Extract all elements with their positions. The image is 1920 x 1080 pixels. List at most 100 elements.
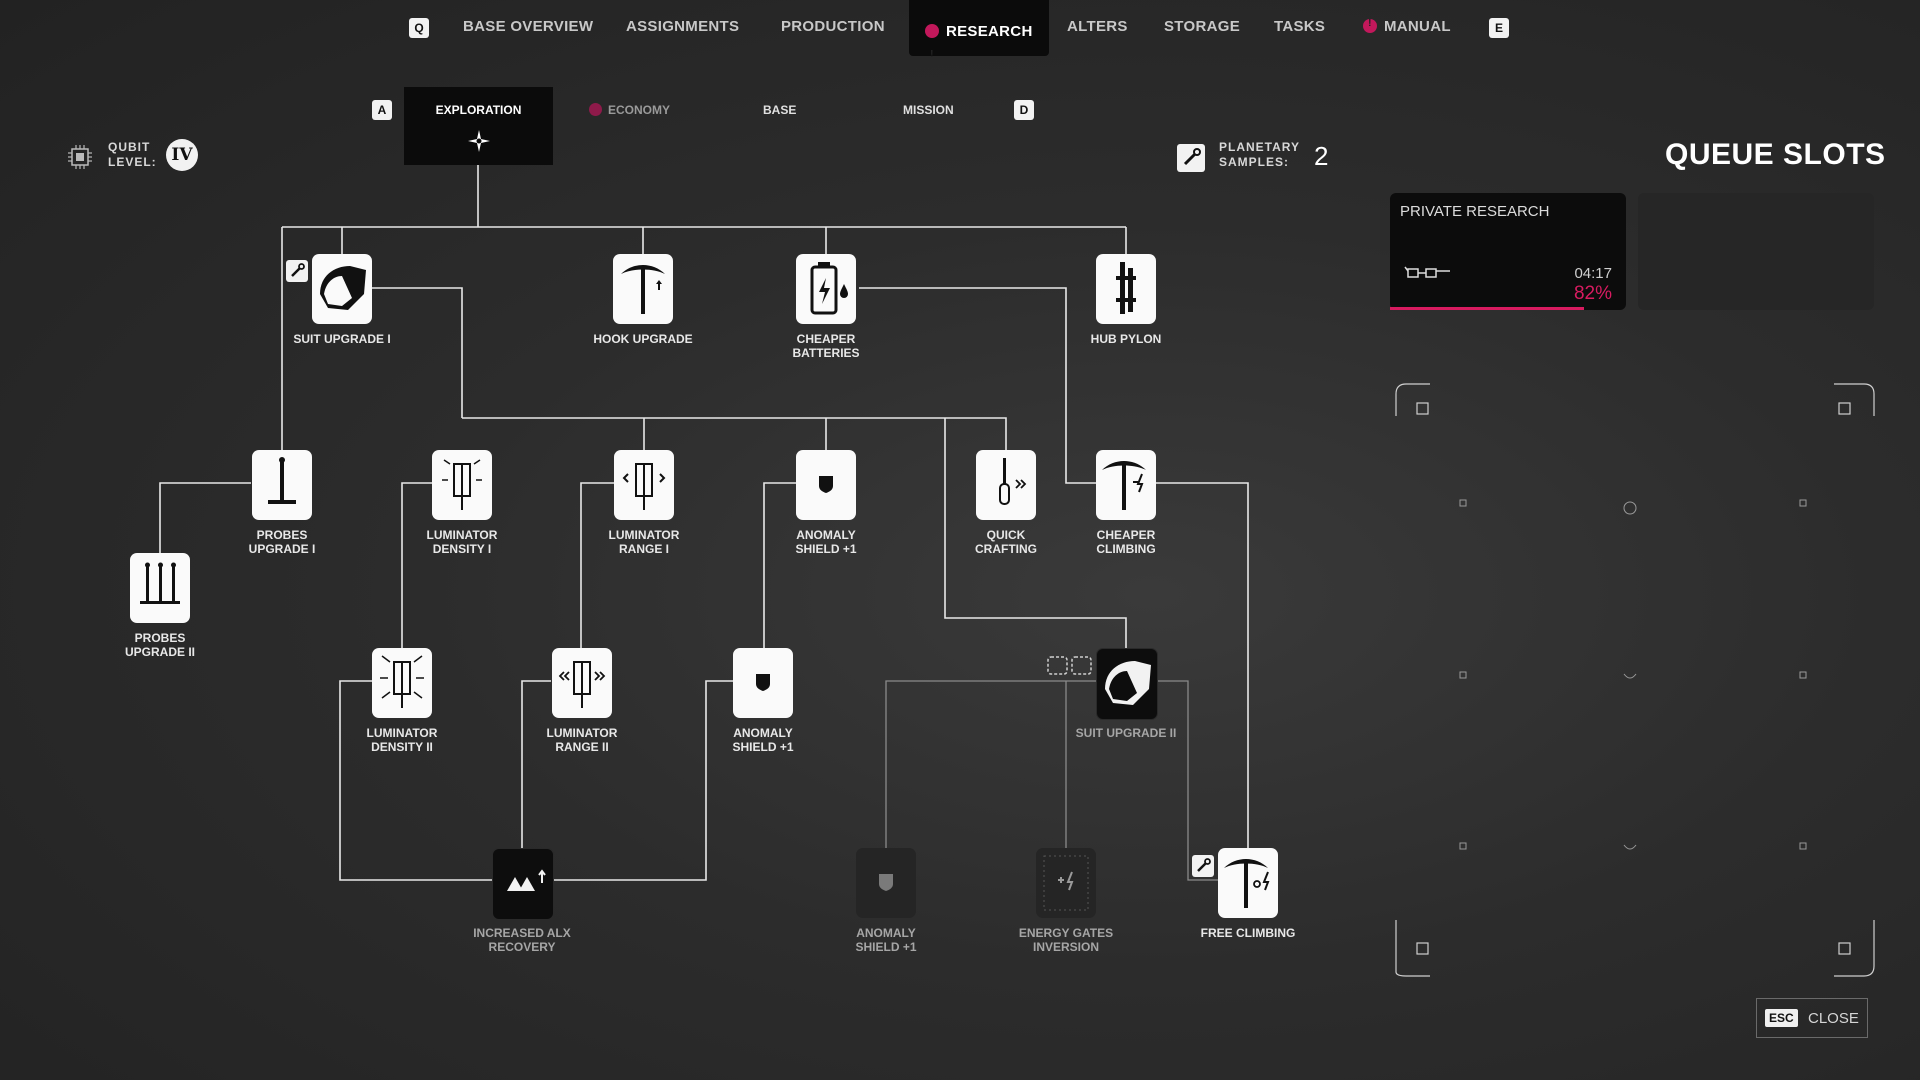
luminator-range-icon (558, 661, 606, 708)
label-line: RANGE II (555, 740, 609, 754)
label-line: ANOMALY (733, 726, 793, 740)
label-line: LUMINATOR (426, 528, 498, 542)
label-line: UPGRADE II (124, 645, 195, 659)
label-line: FREE CLIMBING (1200, 926, 1296, 940)
node-luminator-density-1-label: LUMINATOR DENSITY I (387, 528, 537, 556)
luminator-icon (442, 459, 482, 510)
label-line: SHIELD +1 (855, 940, 917, 954)
label-line: PROBES (256, 528, 308, 542)
label-line: HOOK UPGRADE (593, 332, 693, 346)
node-suit-upgrade-1[interactable] (312, 254, 372, 324)
node-hook-upgrade[interactable] (613, 254, 673, 324)
node-energy-gates-inversion[interactable] (1036, 848, 1096, 918)
label-line: BATTERIES (792, 346, 860, 360)
queue-slot-1-progress-bar (1390, 307, 1584, 310)
node-suit-upgrade-2-label: SUIT UPGRADE II (1051, 726, 1201, 740)
helmet-icon (320, 266, 366, 310)
label-line: ANOMALY (796, 528, 856, 542)
probes-icon (140, 562, 180, 604)
label-line: HUB PYLON (1090, 332, 1162, 346)
helmet-icon (1105, 661, 1151, 705)
alx-icon (507, 869, 546, 891)
node-anomaly-shield-a[interactable] (796, 450, 856, 520)
node-anomaly-shield-a-label: ANOMALY SHIELD +1 (751, 528, 901, 556)
close-button[interactable]: ESC CLOSE (1756, 998, 1868, 1038)
node-increased-alx-recovery[interactable] (492, 848, 554, 920)
queue-slot-1[interactable]: PRIVATE RESEARCH 04:17 82% (1390, 193, 1626, 310)
label-line: ENERGY GATES (1018, 926, 1114, 940)
label-line: LUMINATOR (546, 726, 618, 740)
label-line: DENSITY II (371, 740, 433, 754)
node-cheaper-batteries-label: CHEAPER BATTERIES (751, 332, 901, 360)
queue-slot-2[interactable] (1638, 193, 1874, 310)
luminator-icon (380, 655, 424, 708)
node-luminator-range-2[interactable] (552, 648, 612, 718)
node-cheaper-batteries[interactable] (796, 254, 856, 324)
label-line: CHEAPER (796, 332, 856, 346)
label-line: PROBES (134, 631, 186, 645)
pickaxe-icon (1102, 461, 1146, 510)
battery-icon (810, 262, 848, 315)
node-energy-gates-inversion-label: ENERGY GATES INVERSION (991, 926, 1141, 954)
esc-key-hint: ESC (1765, 1009, 1798, 1027)
label-line: ANOMALY (856, 926, 916, 940)
node-probes-upgrade-1-label: PROBES UPGRADE I (207, 528, 357, 556)
queue-slot-1-time: 04:17 (1574, 265, 1612, 282)
label-line: INVERSION (1032, 940, 1099, 954)
node-free-climbing[interactable] (1218, 848, 1278, 918)
queue-slot-1-percent: 82% (1573, 283, 1612, 304)
node-increased-alx-recovery-label: INCREASED ALX RECOVERY (447, 926, 597, 954)
node-luminator-range-1[interactable] (614, 450, 674, 520)
research-display-frame (1395, 383, 1875, 977)
probe-icon (268, 457, 296, 504)
glasses-icon (1404, 266, 1450, 278)
node-hook-upgrade-label: HOOK UPGRADE (568, 332, 718, 346)
empty-slots-icon (1047, 656, 1092, 675)
label-line: DENSITY I (432, 542, 492, 556)
sample-cost-icon (286, 260, 308, 282)
luminator-range-icon (622, 463, 666, 510)
label-line: RECOVERY (488, 940, 556, 954)
node-hub-pylon[interactable] (1096, 254, 1156, 324)
node-quick-crafting[interactable] (976, 450, 1036, 520)
node-luminator-density-1[interactable] (432, 450, 492, 520)
node-probes-upgrade-1[interactable] (252, 450, 312, 520)
label-line: RANGE I (618, 542, 669, 556)
node-anomaly-shield-c[interactable] (856, 848, 916, 918)
node-suit-upgrade-2[interactable] (1096, 648, 1158, 720)
node-hub-pylon-label: HUB PYLON (1051, 332, 1201, 346)
queue-slots-title: QUEUE SLOTS (1665, 138, 1886, 171)
node-probes-upgrade-2[interactable] (130, 553, 190, 623)
node-luminator-density-2-label: LUMINATOR DENSITY II (327, 726, 477, 754)
label-line: LUMINATOR (366, 726, 438, 740)
label-line: CLIMBING (1096, 542, 1156, 556)
node-suit-upgrade-1-label: SUIT UPGRADE I (267, 332, 417, 346)
shield-icon (819, 476, 833, 493)
node-cheaper-climbing-label: CHEAPER CLIMBING (1051, 528, 1201, 556)
sample-cost-icon (1192, 855, 1214, 877)
node-anomaly-shield-b[interactable] (733, 648, 793, 718)
node-anomaly-shield-b-label: ANOMALY SHIELD +1 (688, 726, 838, 754)
pickaxe-icon (621, 265, 665, 314)
node-luminator-density-2[interactable] (372, 648, 432, 718)
label-line: LUMINATOR (608, 528, 680, 542)
label-line: INCREASED ALX (473, 926, 571, 940)
label-line: SHIELD +1 (795, 542, 857, 556)
shield-icon (756, 674, 770, 691)
node-luminator-range-1-label: LUMINATOR RANGE I (569, 528, 719, 556)
node-anomaly-shield-c-label: ANOMALY SHIELD +1 (811, 926, 961, 954)
queue-slot-1-title: PRIVATE RESEARCH (1400, 203, 1550, 220)
node-cheaper-climbing[interactable] (1096, 450, 1156, 520)
label-line: SUIT UPGRADE I (293, 332, 391, 346)
label-line: UPGRADE I (248, 542, 316, 556)
pylon-icon (1116, 262, 1136, 314)
label-line: CHEAPER (1096, 528, 1156, 542)
shield-icon (879, 874, 893, 891)
label-line: SHIELD +1 (732, 740, 794, 754)
pickaxe-icon (1224, 859, 1270, 908)
screwdriver-icon (999, 458, 1027, 505)
node-luminator-range-2-label: LUMINATOR RANGE II (507, 726, 657, 754)
close-button-label: CLOSE (1808, 1010, 1859, 1027)
energy-gate-icon (1043, 855, 1089, 911)
node-probes-upgrade-2-label: PROBES UPGRADE II (85, 631, 235, 659)
